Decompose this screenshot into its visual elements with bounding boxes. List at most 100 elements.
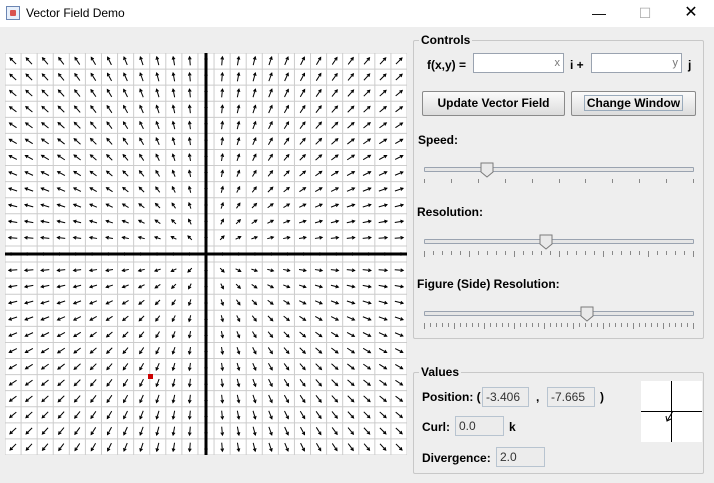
speed-slider-thumb[interactable]	[480, 162, 494, 178]
slider-tick	[477, 251, 479, 255]
slider-tick	[424, 323, 425, 329]
slider-tick	[621, 323, 623, 327]
slider-tick	[591, 323, 593, 327]
vector-arrow	[41, 411, 49, 419]
i-component-input[interactable]: x	[473, 53, 564, 73]
slider-tick	[567, 251, 569, 255]
close-button[interactable]: ✕	[668, 0, 714, 27]
slider-tick	[687, 323, 689, 327]
slider-tick	[693, 323, 694, 329]
vector-arrow	[9, 443, 17, 451]
slider-tick	[651, 323, 653, 327]
vector-arrow	[315, 363, 322, 370]
update-vector-field-button[interactable]: Update Vector Field	[422, 91, 565, 116]
slider-tick	[513, 251, 515, 257]
side-resolution-label: Figure (Side) Resolution:	[417, 277, 560, 291]
slider-tick	[693, 179, 694, 183]
slider-tick	[630, 251, 632, 255]
vector-arrow	[25, 411, 33, 419]
maximize-button[interactable]: ☐	[622, 0, 668, 27]
slider-tick	[441, 323, 443, 327]
slider-tick	[441, 251, 443, 255]
position-x-value: -3.406	[482, 387, 529, 407]
slider-tick	[558, 179, 560, 183]
slider-tick	[540, 251, 542, 255]
vector-arrow	[9, 57, 17, 65]
resolution-slider-thumb[interactable]	[539, 234, 553, 250]
slider-tick	[486, 251, 488, 255]
slider-tick	[612, 179, 614, 183]
vector-arrow	[379, 57, 387, 65]
slider-tick	[657, 251, 659, 255]
speed-slider-track[interactable]	[424, 167, 694, 172]
update-button-label: Update Vector Field	[437, 96, 550, 110]
slider-tick	[504, 251, 506, 255]
curl-value: 0.0	[455, 416, 504, 436]
slider-tick	[477, 323, 479, 327]
side-resolution-slider-ticks	[424, 323, 694, 331]
slider-tick	[424, 179, 425, 183]
minimize-button[interactable]: —	[576, 0, 622, 27]
vector-arrow	[90, 138, 97, 145]
vector-arrow	[25, 427, 33, 435]
slider-tick	[657, 323, 659, 327]
vector-arrow	[363, 427, 371, 435]
slider-tick	[555, 323, 557, 327]
slider-tick	[489, 323, 491, 327]
slider-tick	[468, 251, 470, 257]
local-vector-preview	[641, 381, 702, 442]
side-resolution-slider-track[interactable]	[424, 311, 694, 316]
vector-arrow	[25, 443, 33, 451]
vector-arrow	[395, 427, 403, 435]
vector-arrow	[90, 363, 97, 370]
slider-tick	[621, 251, 623, 255]
divergence-label: Divergence:	[422, 451, 491, 465]
slider-tick	[471, 323, 473, 327]
vector-arrow	[41, 73, 49, 81]
resolution-label: Resolution:	[417, 205, 483, 219]
local-vector-svg	[641, 381, 702, 442]
curl-label: Curl:	[422, 420, 450, 434]
vector-arrow	[41, 89, 49, 97]
values-title: Values	[419, 365, 462, 379]
slider-tick	[603, 251, 605, 257]
vector-arrow	[363, 89, 371, 97]
slider-tick	[612, 251, 614, 255]
vector-field-canvas[interactable]	[4, 52, 408, 456]
slider-tick	[681, 323, 683, 327]
j-component-input[interactable]: y	[591, 53, 682, 73]
vector-arrow	[331, 122, 338, 129]
vector-arrow	[25, 89, 33, 97]
vector-arrow	[41, 427, 49, 435]
i-input-hint: x	[554, 57, 561, 69]
controls-title: Controls	[419, 33, 473, 47]
vector-arrow	[74, 379, 81, 386]
slider-tick	[675, 323, 677, 327]
slider-tick	[459, 323, 461, 327]
speed-label: Speed:	[418, 133, 459, 147]
slider-tick	[666, 251, 668, 255]
vector-arrow	[25, 57, 33, 65]
slider-tick	[435, 323, 437, 327]
slider-tick	[453, 323, 455, 329]
slider-tick	[675, 251, 677, 255]
resolution-slider-track[interactable]	[424, 239, 694, 244]
fxy-label: f(x,y) =	[427, 58, 467, 72]
vector-arrow	[347, 395, 355, 403]
slider-tick	[648, 251, 650, 257]
slider-tick	[519, 323, 521, 327]
vector-arrow	[9, 427, 17, 435]
slider-tick	[525, 323, 527, 327]
vector-arrow	[25, 73, 33, 81]
slider-tick	[543, 323, 545, 329]
slider-tick	[663, 323, 665, 329]
position-label: Position: (	[422, 390, 481, 404]
side-resolution-slider-thumb[interactable]	[580, 306, 594, 322]
slider-tick	[576, 251, 578, 255]
vector-field-plot[interactable]	[4, 52, 408, 456]
window-title: Vector Field Demo	[26, 6, 125, 20]
vector-arrow	[363, 411, 371, 419]
slider-tick	[585, 251, 587, 255]
slider-tick	[465, 323, 467, 327]
change-window-button[interactable]: Change Window	[571, 91, 696, 116]
